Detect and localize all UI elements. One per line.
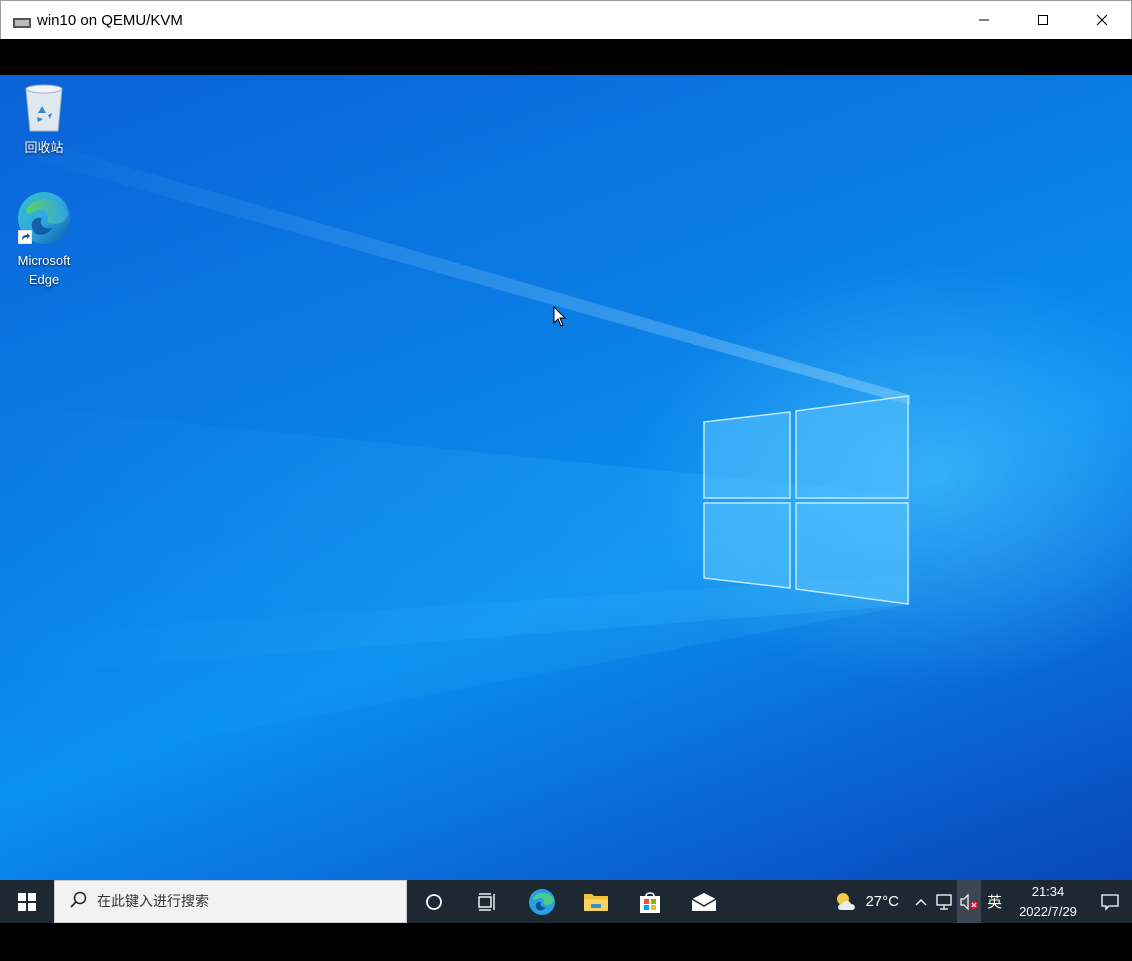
weather-widget[interactable]: 27°C: [823, 880, 909, 923]
close-button[interactable]: [1072, 1, 1131, 39]
taskbar: 27°C 英 21:34 2022/7/29: [0, 880, 1132, 923]
task-view-button[interactable]: [461, 880, 515, 923]
input-method-indicator[interactable]: 英: [981, 891, 1008, 912]
shortcut-arrow-icon: [18, 230, 32, 244]
clock-time: 21:34: [1031, 883, 1065, 899]
window-title: win10 on QEMU/KVM: [37, 11, 183, 29]
maximize-button[interactable]: [1013, 1, 1072, 39]
host-window-titlebar: win10 on QEMU/KVM: [0, 0, 1132, 39]
system-tray: 27°C 英 21:34 2022/7/29: [823, 880, 1132, 923]
taskbar-file-explorer-button[interactable]: [569, 880, 623, 923]
wallpaper-beams: [0, 130, 910, 775]
network-button[interactable]: [933, 880, 957, 923]
edge-label-line1: Microsoft: [17, 253, 71, 268]
edge-icon: [529, 888, 555, 915]
windows-logo-wallpaper: [703, 395, 909, 605]
volume-button[interactable]: [956, 880, 981, 923]
show-hidden-icons-button[interactable]: [909, 880, 933, 923]
action-center-button[interactable]: [1088, 880, 1132, 923]
clock[interactable]: 21:34 2022/7/29: [1008, 882, 1088, 922]
mail-icon: [691, 892, 717, 911]
recycle-bin-label: 回收站: [24, 140, 64, 155]
network-icon: [936, 893, 952, 910]
desktop-icon-recycle-bin[interactable]: 回收站: [4, 83, 84, 157]
recycle-bin-icon: [21, 83, 67, 136]
cortana-icon: [426, 893, 442, 910]
taskbar-edge-button[interactable]: [515, 880, 569, 923]
virt-manager-icon: [13, 14, 31, 28]
cortana-button[interactable]: [407, 880, 461, 923]
search-icon: [69, 891, 87, 913]
vm-top-border: [0, 39, 1132, 75]
taskbar-store-button[interactable]: [623, 880, 677, 923]
windows-start-icon: [18, 892, 36, 911]
clock-date: 2022/7/29: [1019, 903, 1077, 919]
weather-temperature: 27°C: [865, 893, 899, 910]
vm-bottom-border: [0, 923, 1132, 961]
volume-muted-icon: [960, 893, 978, 910]
edge-label-line2: Edge: [28, 272, 60, 287]
minimize-button[interactable]: [954, 1, 1013, 39]
windows-desktop[interactable]: 回收站 Microsoft Edge: [0, 75, 1132, 880]
search-input[interactable]: [97, 893, 377, 910]
notification-icon: [1101, 893, 1119, 911]
chevron-up-icon: [915, 898, 927, 905]
edge-icon: [16, 190, 72, 249]
task-view-icon: [478, 892, 495, 911]
start-button[interactable]: [0, 880, 54, 923]
taskbar-search-box[interactable]: [54, 880, 407, 923]
taskbar-mail-button[interactable]: [677, 880, 731, 923]
window-controls: [954, 1, 1131, 39]
mouse-cursor-icon: [553, 306, 567, 327]
store-icon: [640, 891, 660, 913]
file-explorer-icon: [584, 893, 608, 911]
partly-cloudy-icon: [837, 892, 856, 910]
desktop-icon-edge[interactable]: Microsoft Edge: [4, 190, 84, 289]
